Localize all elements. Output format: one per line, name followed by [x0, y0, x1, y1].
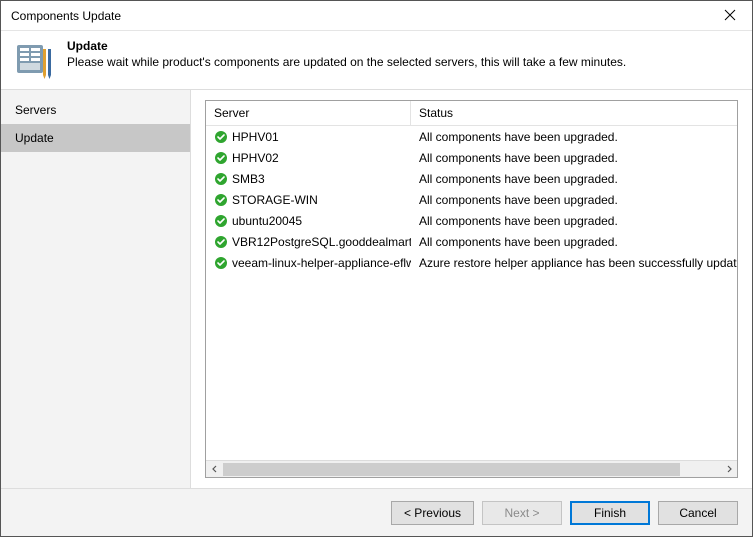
success-icon: [214, 193, 228, 207]
success-icon: [214, 214, 228, 228]
body: Servers Update Server Status HPHV01 All c…: [1, 90, 752, 488]
cell-server: HPHV01: [206, 130, 411, 144]
sidebar-item-servers[interactable]: Servers: [1, 96, 190, 124]
titlebar: Components Update: [1, 1, 752, 31]
scroll-right-button[interactable]: [720, 461, 737, 477]
table-row[interactable]: SMB3 All components have been upgraded.: [206, 168, 737, 189]
server-name: STORAGE-WIN: [232, 193, 318, 207]
scrollbar-thumb[interactable]: [223, 463, 680, 476]
server-name: ubuntu20045: [232, 214, 302, 228]
table-row[interactable]: ubuntu20045 All components have been upgr…: [206, 210, 737, 231]
sidebar-item-update[interactable]: Update: [1, 124, 190, 152]
column-header-status[interactable]: Status: [411, 101, 737, 125]
server-name: VBR12PostgreSQL.gooddealmart.ca: [232, 235, 411, 249]
horizontal-scrollbar[interactable]: [206, 460, 737, 477]
grid-header: Server Status: [206, 101, 737, 126]
close-button[interactable]: [707, 1, 752, 31]
header-text: Update Please wait while product's compo…: [67, 39, 626, 69]
cell-status: All components have been upgraded.: [411, 193, 737, 207]
success-icon: [214, 256, 228, 270]
close-icon: [724, 8, 736, 24]
server-name: SMB3: [232, 172, 265, 186]
footer: < Previous Next > Finish Cancel: [1, 488, 752, 536]
header-title: Update: [67, 39, 626, 53]
cell-status: All components have been upgraded.: [411, 130, 737, 144]
success-icon: [214, 151, 228, 165]
table-row[interactable]: VBR12PostgreSQL.gooddealmart.caAll compo…: [206, 231, 737, 252]
scroll-left-button[interactable]: [206, 461, 223, 477]
table-row[interactable]: veeam-linux-helper-appliance-eflwjAzure …: [206, 252, 737, 273]
next-button: Next >: [482, 501, 562, 525]
header: Update Please wait while product's compo…: [1, 31, 752, 90]
grid-body: HPHV01 All components have been upgraded.…: [206, 126, 737, 460]
cell-status: All components have been upgraded.: [411, 151, 737, 165]
cell-server: SMB3: [206, 172, 411, 186]
table-row[interactable]: STORAGE-WIN All components have been upgr…: [206, 189, 737, 210]
success-icon: [214, 172, 228, 186]
server-grid: Server Status HPHV01 All components have …: [205, 100, 738, 478]
cell-status: All components have been upgraded.: [411, 235, 737, 249]
sidebar-item-label: Servers: [15, 103, 56, 117]
table-row[interactable]: HPHV02 All components have been upgraded.: [206, 147, 737, 168]
finish-button[interactable]: Finish: [570, 501, 650, 525]
cell-status: Azure restore helper appliance has been …: [411, 256, 737, 270]
success-icon: [214, 130, 228, 144]
cell-server: STORAGE-WIN: [206, 193, 411, 207]
success-icon: [214, 235, 228, 249]
cancel-button[interactable]: Cancel: [658, 501, 738, 525]
dialog-window: Components Update: [0, 0, 753, 537]
column-header-server[interactable]: Server: [206, 101, 411, 125]
content: Server Status HPHV01 All components have …: [191, 90, 752, 488]
cell-server: VBR12PostgreSQL.gooddealmart.ca: [206, 235, 411, 249]
cell-server: ubuntu20045: [206, 214, 411, 228]
window-title: Components Update: [11, 9, 707, 23]
scrollbar-track[interactable]: [223, 461, 720, 477]
cell-status: All components have been upgraded.: [411, 214, 737, 228]
sidebar: Servers Update: [1, 90, 191, 488]
cell-server: HPHV02: [206, 151, 411, 165]
header-subtitle: Please wait while product's components a…: [67, 55, 626, 69]
server-name: veeam-linux-helper-appliance-eflwj: [232, 256, 411, 270]
cell-server: veeam-linux-helper-appliance-eflwj: [206, 256, 411, 270]
previous-button[interactable]: < Previous: [391, 501, 474, 525]
sidebar-item-label: Update: [15, 131, 54, 145]
server-name: HPHV02: [232, 151, 279, 165]
server-name: HPHV01: [232, 130, 279, 144]
update-icon: [15, 39, 55, 79]
table-row[interactable]: HPHV01 All components have been upgraded.: [206, 126, 737, 147]
cell-status: All components have been upgraded.: [411, 172, 737, 186]
